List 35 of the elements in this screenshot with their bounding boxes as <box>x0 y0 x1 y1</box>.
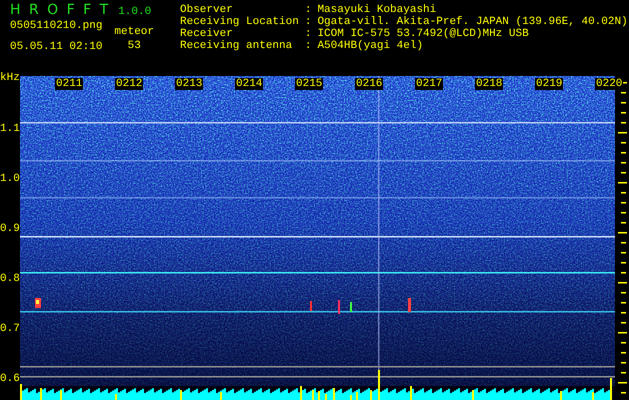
axis-label: 1.1 <box>0 123 20 135</box>
app-title: H R O F F T <box>10 2 110 18</box>
filename-label: 0505110210.png <box>10 20 102 32</box>
info-value: ICOM IC-575 53.7492(@LCD)MHz USB <box>317 28 530 40</box>
axis-label: 0.9 <box>0 223 20 235</box>
version-label: 1.0.0 <box>118 6 152 18</box>
time-label: 0219 <box>535 78 564 90</box>
meteor-count: 53 <box>128 40 141 52</box>
info-separator: : <box>304 28 312 40</box>
time-label: 0214 <box>235 78 264 90</box>
axis-label: 0.6 <box>0 373 20 385</box>
info-separator: : <box>304 4 312 16</box>
time-label: 0212 <box>115 78 144 90</box>
time-label: 0216 <box>355 78 384 90</box>
info-value: Ogata-vill. Akita-Pref. JAPAN (139.96E, 40.02N) <box>317 16 628 28</box>
time-label: 0213 <box>175 78 204 90</box>
info-separator: : <box>304 40 312 52</box>
time-label: 0220 <box>595 78 624 90</box>
time-label: 0211 <box>55 78 84 90</box>
axis-unit: kHz <box>0 72 20 84</box>
info-value: A504HB(yagi 4el) <box>317 40 424 52</box>
axis-label: 0.7 <box>0 323 20 335</box>
axis-label: 1.0 <box>0 173 20 185</box>
time-label: 0217 <box>415 78 444 90</box>
meteor-label: meteor <box>114 26 154 38</box>
datetime-label: 05.05.11 02:10 <box>10 41 102 53</box>
info-label: Receiving Location <box>180 16 299 28</box>
time-label: 0215 <box>295 78 324 90</box>
info-label: Observer <box>180 4 234 16</box>
time-label: 0218 <box>475 78 504 90</box>
axis-label: 0.8 <box>0 273 20 285</box>
info-label: Receiving antenna <box>180 40 294 52</box>
info-value: Masayuki Kobayashi <box>317 4 438 16</box>
info-separator: : <box>304 16 312 28</box>
info-label: Receiver <box>180 28 234 40</box>
